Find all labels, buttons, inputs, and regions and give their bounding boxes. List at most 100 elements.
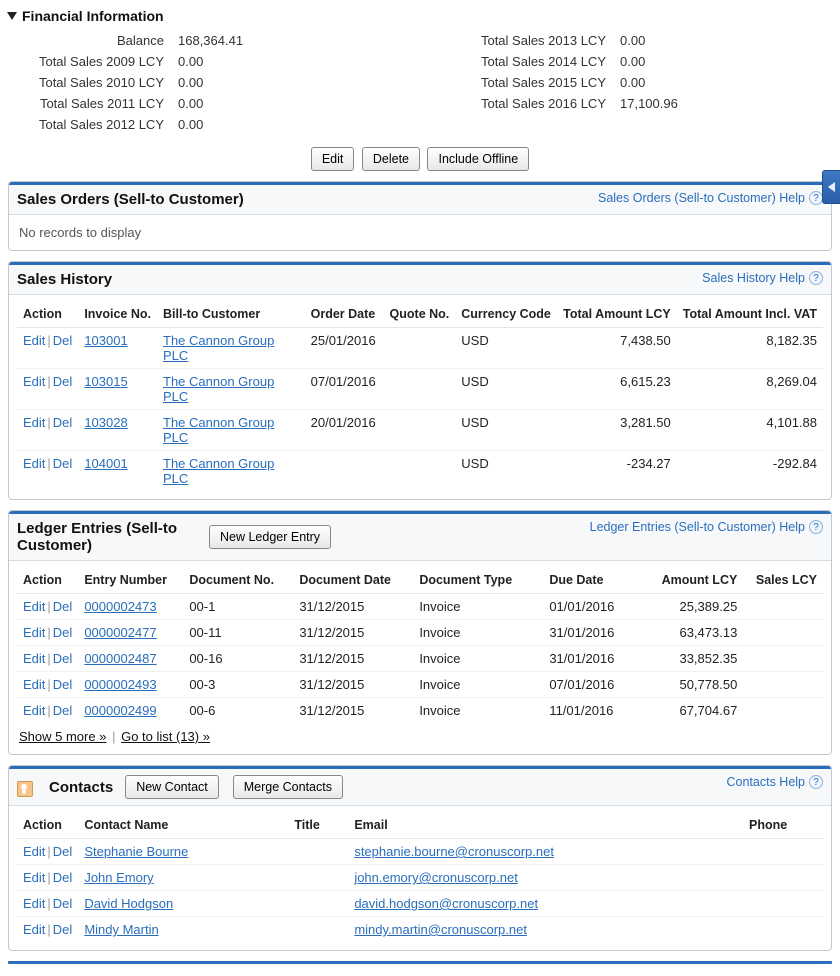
ledger-footer-links: Show 5 more » | Go to list (13) » bbox=[17, 723, 823, 746]
row-edit-link[interactable]: Edit bbox=[23, 456, 45, 471]
financial-label: Total Sales 2015 LCY bbox=[450, 75, 620, 90]
go-to-list-link[interactable]: Go to list (13) » bbox=[121, 729, 210, 744]
row-del-link[interactable]: Del bbox=[53, 651, 73, 666]
row-actions: Edit|Del bbox=[17, 328, 78, 369]
row-actions: Edit|Del bbox=[17, 646, 78, 672]
row-edit-link[interactable]: Edit bbox=[23, 844, 45, 859]
entry-number-link[interactable]: 0000002473 bbox=[84, 599, 156, 614]
table-row: Edit|DelStephanie Bournestephanie.bourne… bbox=[17, 839, 823, 865]
bill-to-customer-link[interactable]: The Cannon Group PLC bbox=[163, 456, 274, 486]
col-title: Title bbox=[288, 812, 348, 839]
bill-to-customer-link[interactable]: The Cannon Group PLC bbox=[163, 374, 274, 404]
col-due: Due Date bbox=[543, 567, 643, 594]
invoice-link[interactable]: 103001 bbox=[84, 333, 127, 348]
col-action: Action bbox=[17, 567, 78, 594]
row-del-link[interactable]: Del bbox=[53, 844, 73, 859]
invoice-link[interactable]: 104001 bbox=[84, 456, 127, 471]
row-edit-link[interactable]: Edit bbox=[23, 599, 45, 614]
row-edit-link[interactable]: Edit bbox=[23, 922, 45, 937]
row-edit-link[interactable]: Edit bbox=[23, 896, 45, 911]
contact-name-link[interactable]: Stephanie Bourne bbox=[84, 844, 188, 859]
entry-number-link[interactable]: 0000002487 bbox=[84, 651, 156, 666]
row-del-link[interactable]: Del bbox=[53, 625, 73, 640]
row-del-link[interactable]: Del bbox=[53, 456, 73, 471]
contacts-help-link[interactable]: Contacts Help bbox=[726, 775, 805, 789]
help-icon[interactable]: ? bbox=[809, 191, 823, 205]
table-row: Edit|Del103001The Cannon Group PLC25/01/… bbox=[17, 328, 823, 369]
bill-to-customer-link[interactable]: The Cannon Group PLC bbox=[163, 415, 274, 445]
row-del-link[interactable]: Del bbox=[53, 896, 73, 911]
financial-label: Total Sales 2013 LCY bbox=[450, 33, 620, 48]
row-del-link[interactable]: Del bbox=[53, 677, 73, 692]
row-actions: Edit|Del bbox=[17, 369, 78, 410]
bill-to-customer-link[interactable]: The Cannon Group PLC bbox=[163, 333, 274, 363]
sales-history-help-link[interactable]: Sales History Help bbox=[702, 271, 805, 285]
contact-email-link[interactable]: mindy.martin@cronuscorp.net bbox=[354, 922, 527, 937]
row-del-link[interactable]: Del bbox=[53, 922, 73, 937]
col-currency: Currency Code bbox=[455, 301, 557, 328]
col-quote: Quote No. bbox=[384, 301, 456, 328]
col-doctype: Document Type bbox=[413, 567, 543, 594]
invoice-link[interactable]: 103015 bbox=[84, 374, 127, 389]
help-icon[interactable]: ? bbox=[809, 775, 823, 789]
contact-name-link[interactable]: John Emory bbox=[84, 870, 153, 885]
sales-orders-title: Sales Orders (Sell-to Customer) bbox=[17, 191, 244, 208]
row-edit-link[interactable]: Edit bbox=[23, 677, 45, 692]
show-more-link[interactable]: Show 5 more » bbox=[19, 729, 106, 744]
help-icon[interactable]: ? bbox=[809, 271, 823, 285]
contact-name-link[interactable]: Mindy Martin bbox=[84, 922, 158, 937]
ledger-entries-help-link[interactable]: Ledger Entries (Sell-to Customer) Help bbox=[590, 520, 805, 534]
col-totallcy: Total Amount LCY bbox=[557, 301, 677, 328]
table-row: Edit|Del000000248700-1631/12/2015Invoice… bbox=[17, 646, 823, 672]
row-edit-link[interactable]: Edit bbox=[23, 870, 45, 885]
contact-email-link[interactable]: john.emory@cronuscorp.net bbox=[354, 870, 518, 885]
entry-number-link[interactable]: 0000002493 bbox=[84, 677, 156, 692]
row-actions: Edit|Del bbox=[17, 865, 78, 891]
table-row: Edit|Del000000249900-631/12/2015Invoice1… bbox=[17, 698, 823, 724]
col-amount: Amount LCY bbox=[643, 567, 743, 594]
financial-info-header[interactable]: Financial Information bbox=[8, 6, 832, 28]
contact-email-link[interactable]: stephanie.bourne@cronuscorp.net bbox=[354, 844, 554, 859]
new-ledger-entry-button[interactable]: New Ledger Entry bbox=[209, 525, 331, 549]
row-del-link[interactable]: Del bbox=[53, 333, 73, 348]
financial-row: Total Sales 2013 LCY0.00 bbox=[450, 30, 832, 51]
row-edit-link[interactable]: Edit bbox=[23, 415, 45, 430]
row-actions: Edit|Del bbox=[17, 672, 78, 698]
row-edit-link[interactable]: Edit bbox=[23, 333, 45, 348]
new-contact-button[interactable]: New Contact bbox=[125, 775, 219, 799]
entry-number-link[interactable]: 0000002499 bbox=[84, 703, 156, 718]
row-edit-link[interactable]: Edit bbox=[23, 374, 45, 389]
contacts-panel: Contacts New Contact Merge Contacts Cont… bbox=[8, 765, 832, 951]
financial-value: 17,100.96 bbox=[620, 96, 832, 111]
row-actions: Edit|Del bbox=[17, 620, 78, 646]
financial-label: Total Sales 2009 LCY bbox=[8, 54, 178, 69]
financial-row: Total Sales 2009 LCY0.00 bbox=[8, 51, 390, 72]
entry-number-link[interactable]: 0000002477 bbox=[84, 625, 156, 640]
sales-orders-help-link[interactable]: Sales Orders (Sell-to Customer) Help bbox=[598, 191, 805, 205]
merge-contacts-button[interactable]: Merge Contacts bbox=[233, 775, 343, 799]
row-edit-link[interactable]: Edit bbox=[23, 703, 45, 718]
include-offline-button[interactable]: Include Offline bbox=[427, 147, 529, 171]
contact-email-link[interactable]: david.hodgson@cronuscorp.net bbox=[354, 896, 538, 911]
edit-button[interactable]: Edit bbox=[311, 147, 355, 171]
col-doc: Document No. bbox=[183, 567, 293, 594]
side-drawer-toggle[interactable] bbox=[822, 170, 840, 204]
contact-name-link[interactable]: David Hodgson bbox=[84, 896, 173, 911]
delete-button[interactable]: Delete bbox=[362, 147, 420, 171]
financial-value: 0.00 bbox=[178, 75, 390, 90]
row-del-link[interactable]: Del bbox=[53, 703, 73, 718]
table-row: Edit|Del103015The Cannon Group PLC07/01/… bbox=[17, 369, 823, 410]
sales-orders-panel: Sales Orders (Sell-to Customer) Sales Or… bbox=[8, 181, 832, 251]
row-edit-link[interactable]: Edit bbox=[23, 651, 45, 666]
help-icon[interactable]: ? bbox=[809, 520, 823, 534]
financial-label: Total Sales 2012 LCY bbox=[8, 117, 178, 132]
row-edit-link[interactable]: Edit bbox=[23, 625, 45, 640]
row-actions: Edit|Del bbox=[17, 698, 78, 724]
contacts-icon bbox=[17, 781, 33, 797]
invoice-link[interactable]: 103028 bbox=[84, 415, 127, 430]
row-del-link[interactable]: Del bbox=[53, 415, 73, 430]
col-name: Contact Name bbox=[78, 812, 288, 839]
row-del-link[interactable]: Del bbox=[53, 374, 73, 389]
row-del-link[interactable]: Del bbox=[53, 599, 73, 614]
row-del-link[interactable]: Del bbox=[53, 870, 73, 885]
